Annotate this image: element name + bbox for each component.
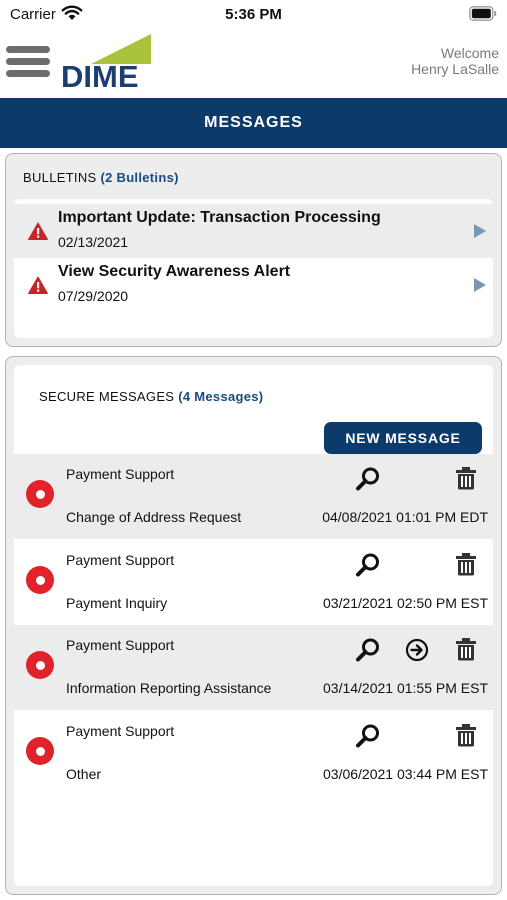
page-title-bar: MESSAGES — [0, 98, 507, 148]
message-date: 03/06/2021 03:44 PM EST — [323, 766, 488, 782]
bulletin-item[interactable]: Important Update: Transaction Processing… — [14, 204, 493, 258]
trash-icon[interactable] — [455, 637, 477, 661]
view-icon[interactable] — [355, 723, 381, 749]
message-date: 03/14/2021 01:55 PM EST — [323, 680, 488, 696]
bulletin-date: 07/29/2020 — [58, 288, 129, 304]
bulletins-list: Important Update: Transaction Processing… — [14, 199, 493, 338]
message-row[interactable]: Payment Support Change of Address Reques… — [14, 454, 493, 539]
message-from: Payment Support — [66, 637, 175, 653]
message-from: Payment Support — [66, 723, 175, 739]
trash-icon[interactable] — [455, 466, 477, 490]
bulletins-count: (2 Bulletins) — [100, 170, 179, 185]
app-header: DIME Welcome Henry LaSalle — [0, 30, 507, 98]
view-icon[interactable] — [355, 466, 381, 492]
message-subject: Change of Address Request — [66, 509, 242, 525]
hamburger-menu-icon[interactable] — [6, 46, 50, 78]
new-message-button[interactable]: NEW MESSAGE — [324, 422, 482, 454]
view-icon[interactable] — [355, 637, 381, 663]
message-subject: Payment Inquiry — [66, 595, 168, 611]
message-from: Payment Support — [66, 552, 175, 568]
secure-messages-panel: SECURE MESSAGES (4 Messages) NEW MESSAGE… — [5, 356, 502, 895]
message-row[interactable]: Payment Support Other 03/06/2021 03:44 P… — [14, 711, 493, 796]
message-subject: Information Reporting Assistance — [66, 680, 272, 696]
message-row[interactable]: Payment Support Information Reporting As… — [14, 625, 493, 710]
unread-status-icon[interactable] — [26, 737, 54, 765]
bulletin-date: 02/13/2021 — [58, 234, 129, 250]
secure-messages-container: SECURE MESSAGES (4 Messages) NEW MESSAGE… — [14, 365, 493, 886]
bulletins-title: BULLETINS — [23, 170, 97, 185]
bulletin-item[interactable]: View Security Awareness Alert 07/29/2020 — [14, 258, 493, 312]
welcome-label: Welcome — [440, 45, 499, 61]
secure-messages-count: (4 Messages) — [178, 389, 264, 404]
unread-status-icon[interactable] — [26, 651, 54, 679]
view-icon[interactable] — [355, 552, 381, 578]
message-date: 04/08/2021 01:01 PM EDT — [322, 509, 488, 525]
play-arrow-icon[interactable] — [473, 223, 487, 239]
logo-text: DIME — [61, 59, 139, 94]
message-from: Payment Support — [66, 466, 175, 482]
warning-icon — [28, 276, 48, 294]
bulletins-panel: BULLETINS (2 Bulletins) Important Update… — [5, 153, 502, 347]
user-name: Henry LaSalle — [411, 61, 499, 77]
forward-icon[interactable] — [405, 638, 429, 662]
message-row[interactable]: Payment Support Payment Inquiry 03/21/20… — [14, 540, 493, 625]
status-bar: Carrier 5:36 PM — [0, 0, 507, 30]
bulletin-title: Important Update: Transaction Processing — [58, 209, 381, 226]
welcome-message: Welcome Henry LaSalle — [411, 45, 499, 77]
secure-messages-title: SECURE MESSAGES — [39, 389, 175, 404]
battery-icon — [469, 6, 497, 21]
trash-icon[interactable] — [455, 723, 477, 747]
unread-status-icon[interactable] — [26, 566, 54, 594]
status-time: 5:36 PM — [225, 6, 282, 23]
trash-icon[interactable] — [455, 552, 477, 576]
dime-logo: DIME — [61, 34, 153, 92]
play-arrow-icon[interactable] — [473, 277, 487, 293]
bulletins-header: BULLETINS (2 Bulletins) — [23, 170, 179, 185]
warning-icon — [28, 222, 48, 240]
secure-messages-header: SECURE MESSAGES (4 Messages) — [39, 389, 263, 404]
bulletin-title: View Security Awareness Alert — [58, 263, 291, 280]
unread-status-icon[interactable] — [26, 480, 54, 508]
message-date: 03/21/2021 02:50 PM EST — [323, 595, 488, 611]
message-subject: Other — [66, 766, 102, 782]
page-title: MESSAGES — [204, 114, 303, 131]
